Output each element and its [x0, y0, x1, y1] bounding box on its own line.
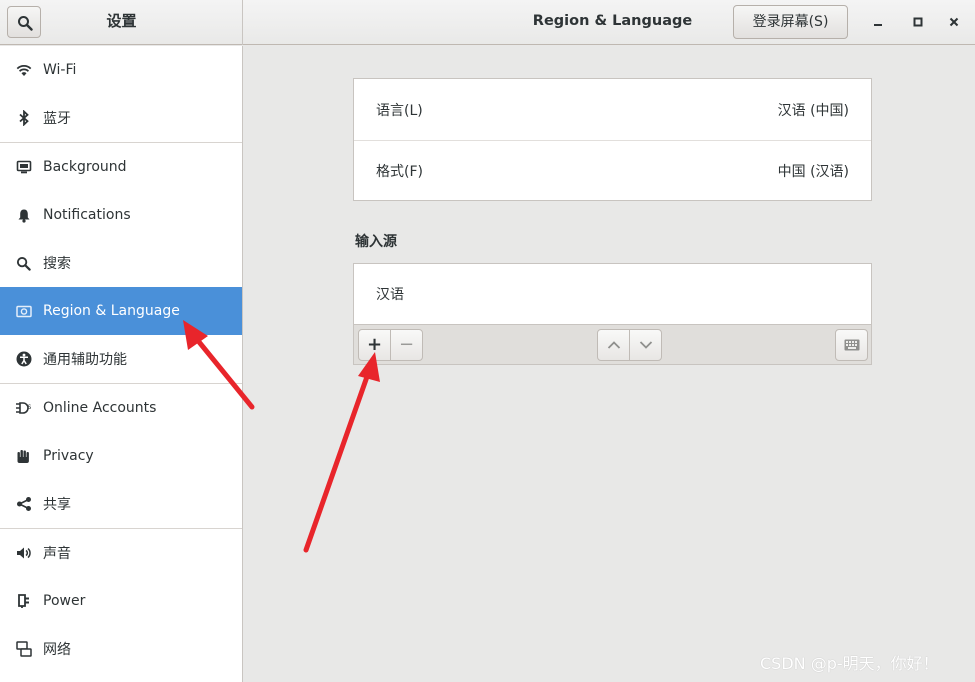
sidebar-item-label: Background: [43, 159, 127, 175]
input-sources-list: 汉语 + −: [353, 263, 872, 365]
main-panel: 语言(L) 汉语 (中国) 格式(F) 中国 (汉语) 输入源 汉语 + −: [244, 46, 975, 682]
remove-icon: −: [398, 334, 415, 355]
search-button[interactable]: [7, 6, 41, 38]
sidebar-item-label: 网络: [43, 642, 71, 658]
sidebar-item-sound[interactable]: 声音: [0, 529, 242, 577]
formats-label: 格式(F): [376, 164, 423, 180]
sidebar-item-search[interactable]: 搜索: [0, 239, 242, 287]
minimize-icon: [874, 24, 882, 26]
move-up-button[interactable]: [597, 329, 630, 361]
sidebar-item-label: Wi-Fi: [43, 62, 77, 78]
network-icon: [15, 641, 32, 658]
keyboard-layout-button[interactable]: [835, 329, 868, 361]
language-format-list: 语言(L) 汉语 (中国) 格式(F) 中国 (汉语): [353, 78, 872, 201]
accessibility-icon: [15, 351, 32, 368]
sidebar-item-wifi[interactable]: Wi-Fi: [0, 46, 242, 94]
formats-value: 中国 (汉语): [777, 164, 849, 180]
close-button[interactable]: [942, 10, 966, 34]
bell-icon: [15, 207, 32, 224]
language-label: 语言(L): [376, 102, 423, 119]
maximize-icon: [913, 17, 923, 27]
sidebar-item-label: Notifications: [43, 207, 131, 223]
sidebar-item-region-language[interactable]: Region & Language: [0, 287, 242, 335]
search-icon: [18, 16, 33, 31]
header-left-pane: 设置: [0, 0, 243, 45]
flag-icon: [15, 303, 32, 320]
watermark: CSDN @p-明天，你好！: [760, 654, 939, 673]
close-icon: [949, 17, 959, 27]
sidebar-item-accessibility[interactable]: 通用辅助功能: [0, 335, 242, 383]
bluetooth-icon: [15, 110, 32, 127]
input-source-item[interactable]: 汉语: [354, 264, 871, 324]
sidebar-item-label: 通用辅助功能: [43, 352, 127, 368]
header-bar: 设置 Region & Language 登录屏幕(S): [0, 0, 975, 45]
sidebar-item-label: Region & Language: [43, 303, 180, 319]
maximize-button[interactable]: [906, 10, 930, 34]
sidebar-item-network[interactable]: 网络: [0, 625, 242, 673]
input-sources-title: 输入源: [355, 234, 397, 250]
sidebar-item-label: 共享: [43, 497, 71, 513]
share-icon: [15, 496, 32, 513]
add-input-source-button[interactable]: +: [358, 329, 391, 361]
sidebar: Wi-Fi 蓝牙 Background Notifications 搜索 Reg…: [0, 46, 243, 682]
sidebar-item-label: 搜索: [43, 256, 71, 272]
language-row[interactable]: 语言(L) 汉语 (中国): [354, 79, 871, 140]
chevron-down-icon: [639, 341, 652, 349]
sidebar-item-privacy[interactable]: Privacy: [0, 432, 242, 480]
input-sources-toolbar: + −: [354, 324, 871, 364]
sidebar-item-label: 蓝牙: [43, 111, 71, 127]
sidebar-item-label: Privacy: [43, 448, 94, 464]
background-icon: [15, 159, 32, 176]
page-title: Region & Language: [532, 13, 693, 29]
svg-text:S: S: [28, 404, 32, 411]
wifi-icon: [15, 62, 32, 79]
add-icon: +: [366, 334, 383, 355]
minimize-button[interactable]: [866, 10, 890, 34]
online-accounts-icon: S: [15, 400, 32, 417]
sidebar-item-background[interactable]: Background: [0, 143, 242, 191]
remove-input-source-button[interactable]: −: [390, 329, 423, 361]
sidebar-item-label: 声音: [43, 546, 71, 562]
move-down-button[interactable]: [629, 329, 662, 361]
sidebar-item-bluetooth[interactable]: 蓝牙: [0, 94, 242, 142]
keyboard-icon: [844, 339, 859, 351]
sidebar-item-sharing[interactable]: 共享: [0, 480, 242, 528]
login-screen-button[interactable]: 登录屏幕(S): [733, 5, 848, 39]
speaker-icon: [15, 545, 32, 562]
sidebar-item-notifications[interactable]: Notifications: [0, 191, 242, 239]
language-value: 汉语 (中国): [777, 102, 849, 119]
sidebar-item-power[interactable]: Power: [0, 577, 242, 625]
chevron-up-icon: [607, 341, 620, 349]
formats-row[interactable]: 格式(F) 中国 (汉语): [354, 140, 871, 201]
hand-icon: [15, 448, 32, 465]
input-source-label: 汉语: [376, 287, 404, 303]
sidebar-item-label: Online Accounts: [43, 400, 157, 416]
sidebar-item-online-accounts[interactable]: S Online Accounts: [0, 384, 242, 432]
sidebar-item-label: Power: [43, 593, 86, 609]
power-plug-icon: [15, 593, 32, 610]
search-icon: [15, 255, 32, 272]
